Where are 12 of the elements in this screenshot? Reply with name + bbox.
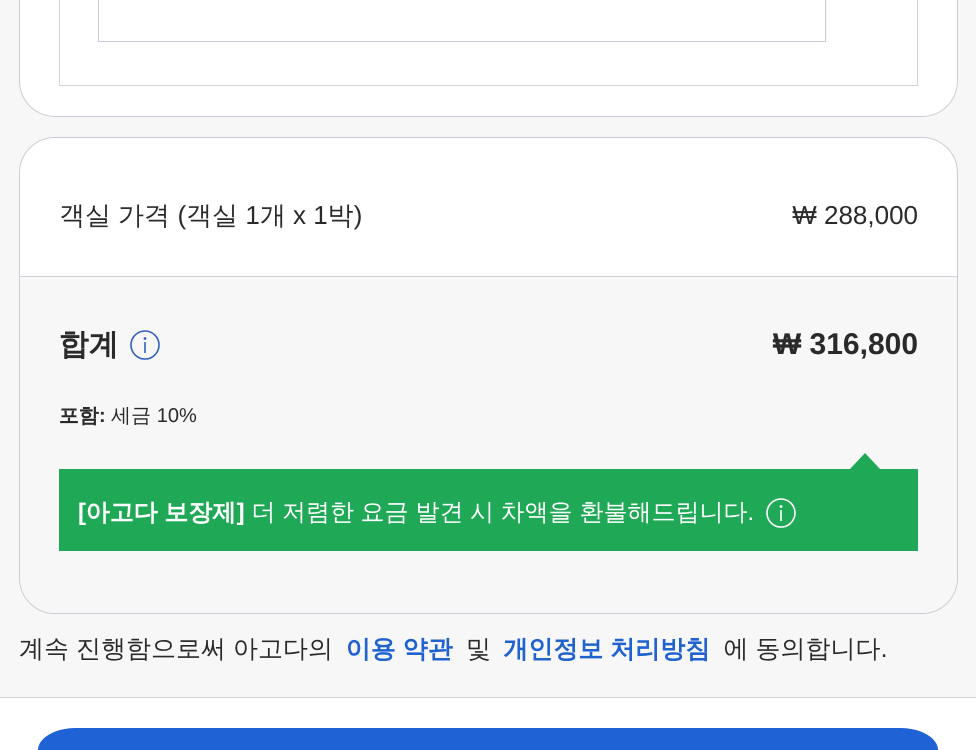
total-amount: ₩ 316,800 [772,327,918,363]
room-price-label: 객실 가격 (객실 1개 x 1박) [59,199,362,232]
dropdown-field[interactable] [98,0,826,42]
terms-link[interactable]: 이용 약관 [346,635,453,663]
room-price-amount: ₩ 288,000 [792,199,918,232]
agreement-text: 계속 진행함으로써 아고다의 이용 약관 및 개인정보 처리방침 에 동의합니다. [19,634,889,665]
terms-link[interactable]: 개인정보 처리방침 [504,635,711,663]
guarantee-text: [아고다 보장제] 더 저렴한 요금 발견 시 차액을 환불해드립니다. [78,498,754,528]
pointer-icon [850,453,880,469]
tax-included-text: 포함: 세금 10% [59,404,198,429]
total-label: 합계 [59,327,119,363]
info-icon[interactable] [130,330,160,360]
